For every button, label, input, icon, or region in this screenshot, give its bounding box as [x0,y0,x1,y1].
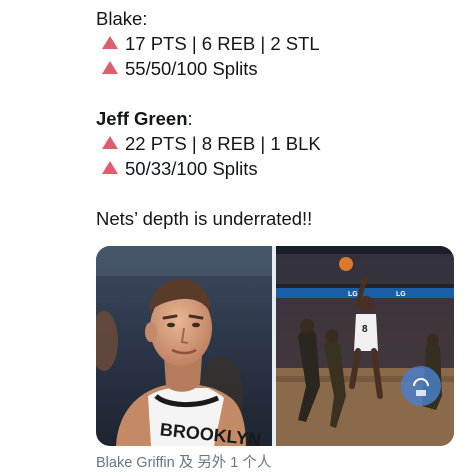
player2-splits-line: 50/33/100 Splits [96,156,258,181]
closing-text: Nets’ depth is underrated!! [96,208,313,229]
arena-board-text-2: LG [396,291,406,298]
player2-splits: 50/33/100 Splits [125,158,258,179]
media-tag-caption[interactable]: Blake Griffin 及 另外 1 个人 [96,451,271,472]
player1-name: Blake: [96,8,148,29]
arena-board-text: LG [348,291,358,298]
player2-colon: : [187,108,193,129]
red-triangle-up-icon [102,61,118,74]
player2-name-line: Jeff Green: [96,106,193,131]
red-triangle-up-icon [102,36,118,49]
player1-stats-line: 17 PTS | 6 REB | 2 STL [96,31,320,56]
photo-jeff-green[interactable]: LG LG 8 [276,246,454,446]
player2-stats: 22 PTS | 8 REB | 1 BLK [125,133,321,154]
photo-blake-griffin-image: BROOKLYN [96,246,272,446]
red-triangle-up-icon [102,161,118,174]
player1-splits: 55/50/100 Splits [125,58,258,79]
player1-splits-line: 55/50/100 Splits [96,56,258,81]
jersey-number: 8 [362,324,368,335]
player2-name: Jeff Green [96,108,188,129]
player2-stats-line: 22 PTS | 8 REB | 1 BLK [96,131,321,156]
red-triangle-up-icon [102,136,118,149]
media-grid: BROOKLYN LG LG 8 [96,246,454,446]
photo-blake-griffin[interactable]: BROOKLYN [96,246,272,446]
photo-jeff-green-image: LG LG 8 [276,246,454,446]
player1-stats: 17 PTS | 6 REB | 2 STL [125,33,320,54]
